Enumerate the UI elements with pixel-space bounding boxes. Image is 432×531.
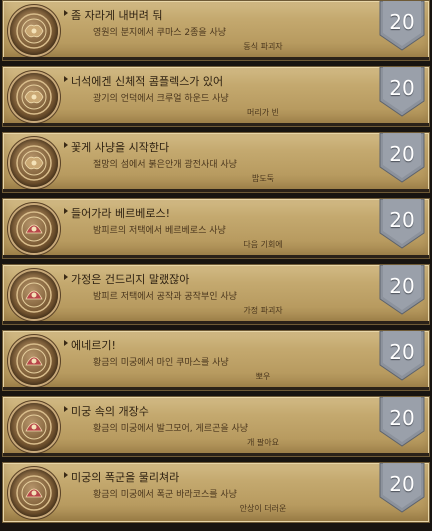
points-shield-icon: 20	[379, 1, 425, 51]
achievement-points: 20	[389, 340, 415, 364]
achievement-description: 황금의 미궁에서 발그모어, 게르곤을 사냥	[93, 424, 249, 434]
achievement-description: 광기의 언덕에서 크루얼 하운드 사냥	[93, 94, 229, 104]
achievement-points: 20	[389, 406, 415, 430]
achievement-title: 들어가라 베르베로스!	[64, 207, 170, 220]
achievement-title: 미궁의 폭군을 물리쳐라	[63, 471, 180, 484]
points-shield-icon: 20	[379, 199, 425, 249]
achievement-item[interactable]: 미궁 속의 개장수 황금의 미궁에서 발그모어, 게르곤을 사냥 개 팔아요 2…	[2, 396, 430, 457]
points-shield-icon: 20	[379, 67, 425, 117]
achievement-description: 밤피르의 저택에서 베르베로스 사냥	[93, 226, 226, 236]
points-shield-icon: 20	[379, 397, 425, 447]
achievement-reward-title: 안상이 더러운	[239, 504, 287, 513]
achievement-item[interactable]: 들어가라 베르베로스! 밤피르의 저택에서 베르베로스 사냥 다음 기회에 20	[2, 198, 430, 259]
achievement-item[interactable]: 꽃게 사냥을 시작한다 절망의 섬에서 붉은안개 광전사대 사냥 밥도둑 20	[2, 132, 430, 193]
achievement-points: 20	[389, 10, 415, 34]
achievement-points: 20	[389, 274, 415, 298]
achievement-description: 밤피르 저택에서 공작과 공작부인 사냥	[93, 292, 237, 302]
points-shield-icon: 20	[379, 331, 425, 381]
achievement-emblem-icon	[10, 139, 58, 187]
achievement-emblem-icon	[10, 205, 58, 253]
achievement-reward-title: 개 팔아요	[247, 438, 279, 447]
achievement-emblem-icon	[10, 337, 58, 385]
achievement-points: 20	[389, 76, 415, 100]
achievement-reward-title: 머리가 빈	[247, 108, 279, 117]
achievement-reward-title: 뽀우	[255, 372, 271, 381]
achievement-reward-title: 동식 파괴자	[243, 42, 283, 51]
achievement-reward-title: 다음 기회에	[243, 240, 283, 249]
achievement-emblem-icon	[10, 73, 58, 121]
achievement-title: 꽃게 사냥을 시작한다	[63, 141, 170, 154]
achievement-title: 너석에겐 신체적 콤플렉스가 있어	[63, 75, 224, 88]
achievement-emblem-icon	[10, 7, 58, 55]
achievement-description: 절망의 섬에서 붉은안개 광전사대 사냥	[93, 160, 237, 170]
achievement-item[interactable]: 미궁의 폭군을 물리쳐라 황금의 미궁에서 폭군 바라코스를 사냥 안상이 더러…	[2, 462, 430, 523]
achievement-title: 좀 자라게 내버려 둬	[63, 9, 163, 22]
achievement-points: 20	[389, 208, 415, 232]
achievement-item[interactable]: 가정은 건드리지 말랬잖아 밤피르 저택에서 공작과 공작부인 사냥 가정 파괴…	[2, 264, 430, 325]
achievement-title: 가정은 건드리지 말랬잖아	[63, 273, 190, 286]
achievement-reward-title: 가정 파괴자	[243, 306, 283, 315]
achievement-emblem-icon	[10, 469, 58, 517]
achievement-emblem-icon	[10, 271, 58, 319]
achievement-description: 영원의 분지에서 쿠마스 2종을 사냥	[93, 28, 227, 38]
points-shield-icon: 20	[379, 463, 425, 513]
achievement-item[interactable]: 에네르기! 황금의 미궁에서 마인 쿠마스를 사냥 뽀우 20	[2, 330, 430, 391]
points-shield-icon: 20	[379, 133, 425, 183]
achievement-reward-title: 밥도둑	[251, 174, 275, 183]
achievement-title: 에네르기!	[64, 339, 116, 352]
achievement-points: 20	[389, 472, 415, 496]
achievement-list: 좀 자라게 내버려 둬 영원의 분지에서 쿠마스 2종을 사냥 동식 파괴자 2…	[0, 0, 432, 531]
achievement-item[interactable]: 너석에겐 신체적 콤플렉스가 있어 광기의 언덕에서 크루얼 하운드 사냥 머리…	[2, 66, 430, 127]
achievement-points: 20	[389, 142, 415, 166]
achievement-emblem-icon	[10, 403, 58, 451]
achievement-description: 황금의 미궁에서 폭군 바라코스를 사냥	[93, 490, 237, 500]
achievement-item[interactable]: 좀 자라게 내버려 둬 영원의 분지에서 쿠마스 2종을 사냥 동식 파괴자 2…	[2, 0, 430, 61]
points-shield-icon: 20	[379, 265, 425, 315]
achievement-description: 황금의 미궁에서 마인 쿠마스를 사냥	[93, 358, 229, 368]
achievement-title: 미궁 속의 개장수	[64, 405, 149, 418]
